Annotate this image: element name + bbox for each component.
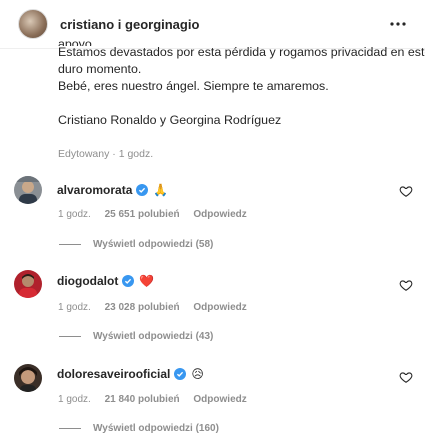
- reply-button[interactable]: Odpowiedz: [193, 302, 246, 313]
- comment-username[interactable]: alvaromorata: [57, 183, 132, 197]
- edited-timestamp: Edytowany · 1 godz.: [58, 148, 154, 160]
- caption-signature: Cristiano Ronaldo y Georgina Rodríguez: [58, 113, 282, 127]
- comment-username[interactable]: diogodalot: [57, 274, 118, 288]
- view-replies-label: Wyświetl odpowiedzi (160): [93, 423, 219, 434]
- caption-line: Estamos devastados por esta pérdida y ro…: [58, 45, 425, 59]
- comment-emoji: 🙏: [153, 183, 169, 197]
- heart-icon[interactable]: [399, 370, 413, 384]
- comment-time: 1 godz.: [58, 209, 91, 220]
- view-replies-label: Wyświetl odpowiedzi (58): [93, 239, 214, 250]
- divider: [59, 244, 81, 245]
- reply-button[interactable]: Odpowiedz: [193, 394, 246, 405]
- comment-emoji: ❤️: [139, 274, 155, 288]
- likes-count[interactable]: 23 028 polubień: [105, 302, 180, 313]
- more-horizontal-icon[interactable]: [387, 13, 409, 35]
- view-replies-button[interactable]: Wyświetl odpowiedzi (58): [59, 239, 213, 250]
- profile-avatar[interactable]: [18, 9, 48, 39]
- post-author-title[interactable]: cristiano i georginagio: [60, 17, 199, 32]
- likes-count[interactable]: 25 651 polubień: [105, 209, 180, 220]
- likes-count[interactable]: 21 840 polubień: [105, 394, 180, 405]
- avatar[interactable]: [14, 176, 42, 204]
- view-replies-label: Wyświetl odpowiedzi (43): [93, 331, 214, 342]
- comment-time: 1 godz.: [58, 302, 91, 313]
- comment-emoji: 😥: [191, 367, 204, 381]
- verified-badge-icon: [136, 184, 149, 196]
- view-replies-button[interactable]: Wyświetl odpowiedzi (160): [59, 423, 219, 434]
- heart-icon[interactable]: [399, 278, 413, 292]
- heart-icon[interactable]: [399, 184, 413, 198]
- caption-line: duro momento.: [58, 62, 142, 76]
- post-caption: apoyo. Estamos devastados por esta pérdi…: [58, 37, 425, 129]
- divider: [59, 428, 81, 429]
- view-replies-button[interactable]: Wyświetl odpowiedzi (43): [59, 331, 213, 342]
- avatar[interactable]: [14, 364, 42, 392]
- caption-line: Bebé, eres nuestro ángel. Siempre te ama…: [58, 79, 329, 93]
- verified-badge-icon: [122, 275, 135, 287]
- divider: [59, 336, 81, 337]
- avatar[interactable]: [14, 270, 42, 298]
- caption-partial-line: apoyo.: [58, 37, 96, 46]
- comment-username[interactable]: doloresaveirooficial: [57, 367, 170, 381]
- comment-time: 1 godz.: [58, 394, 91, 405]
- verified-badge-icon: [174, 368, 187, 380]
- reply-button[interactable]: Odpowiedz: [193, 209, 246, 220]
